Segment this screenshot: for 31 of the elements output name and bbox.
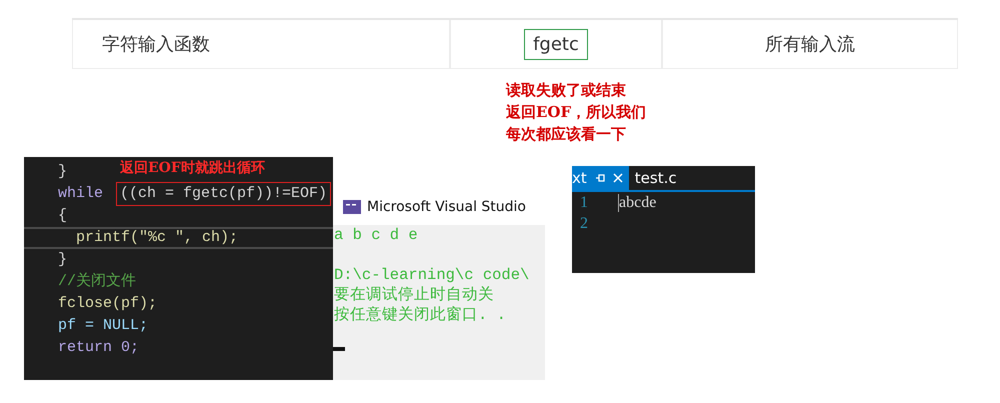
code-text: //关闭文件 [57,272,138,292]
table-cell: fgetc [450,20,662,68]
code-text: pf = NULL; [57,316,150,336]
code-text: printf(″%c ″, ch); [75,228,240,248]
console-text: D:\c-learning\c code\ [333,265,530,285]
console-icon [343,200,361,214]
close-icon[interactable] [612,173,623,183]
code-text: ((ch = fgetc(pf))!=EOF) [116,182,332,206]
line-number: 2 [579,214,589,232]
editor-tab[interactable]: test.c [628,166,683,190]
code-text: } [57,162,68,182]
console-text: a b c d e [333,225,419,245]
line-number: 1 [579,194,589,212]
code-text: } [57,250,68,270]
console-text: 按任意键关闭此窗口. . [333,305,507,325]
code-text: fclose(pf); [57,294,158,314]
code-text: return 0; [57,338,140,358]
annotation-text: 返回EOF，所以我们 [506,102,648,123]
pin-icon[interactable] [594,173,605,183]
cursor [333,347,345,351]
code-text: while [57,184,104,204]
annotation-text: 返回EOF时就跳出循环 [120,159,265,177]
code-text: { [57,206,68,226]
code-text: abcde [618,194,656,212]
table-cell: 字符输入函数 [72,20,450,68]
editor-tab[interactable]: xt [572,166,629,190]
annotation-text: 读取失败了或结束 [506,80,627,101]
console-text: 要在调试停止时自动关 [333,285,495,305]
table-cell: 所有输入流 [662,20,958,68]
annotation-text: 每次都应该看一下 [506,124,627,145]
window-title: Microsoft Visual Studio [367,198,526,214]
